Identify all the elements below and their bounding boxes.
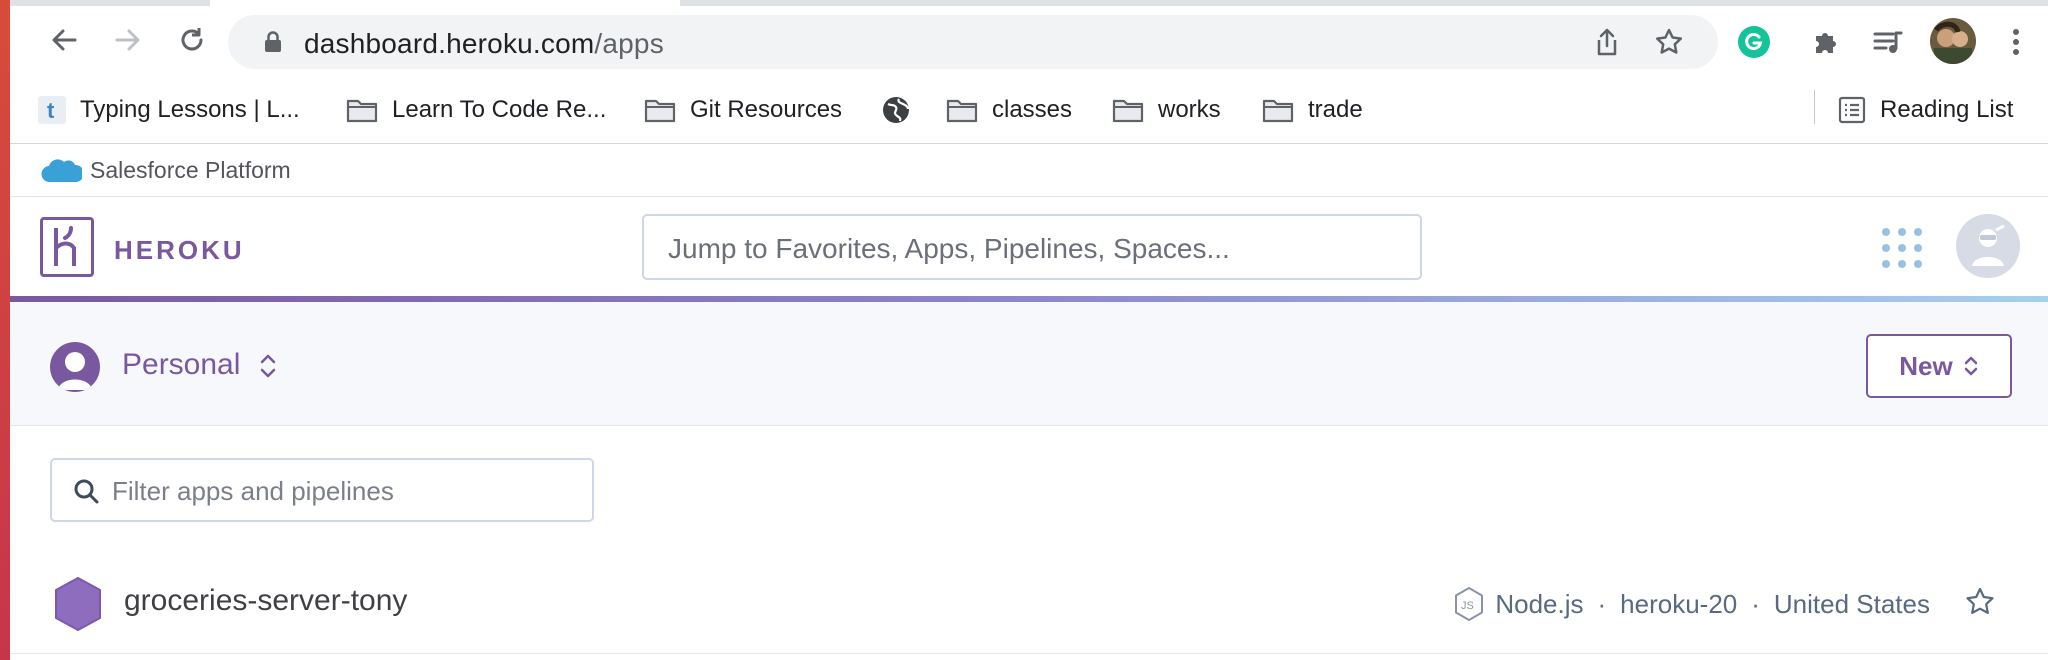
extensions-puzzle-icon[interactable]: [1804, 20, 1848, 64]
media-queue-icon[interactable]: [1866, 20, 1910, 64]
svg-text:t: t: [47, 98, 55, 123]
search-icon: [72, 477, 100, 510]
bookmark-typing-lessons[interactable]: t Typing Lessons | L...: [38, 90, 300, 130]
reading-list-button[interactable]: Reading List: [1838, 90, 2013, 130]
bookmark-classes[interactable]: classes: [946, 90, 1072, 130]
app-hexagon-icon: [52, 576, 104, 637]
url-text: dashboard.heroku.com/apps: [304, 28, 664, 60]
bookmark-globe[interactable]: [882, 90, 924, 130]
ninja-avatar-icon: [1972, 224, 2005, 266]
share-icon[interactable]: [1590, 25, 1624, 59]
salesforce-bar: Salesforce Platform: [10, 144, 2048, 197]
updown-caret-icon: [1964, 356, 1977, 376]
url-path: /apps: [594, 28, 664, 59]
browser-toolbar: dashboard.heroku.com/apps: [10, 6, 2048, 78]
filter-placeholder: Filter apps and pipelines: [112, 476, 394, 506]
folder-icon: [1112, 97, 1144, 123]
app-switcher-grid-icon[interactable]: [1882, 228, 1922, 268]
forward-button[interactable]: [106, 18, 150, 62]
meta-separator: ·: [1597, 588, 1607, 619]
url-host: dashboard.heroku.com: [304, 28, 595, 59]
bookmark-star-icon[interactable]: [1652, 25, 1686, 59]
heroku-logo-icon[interactable]: [40, 217, 94, 277]
browser-chrome: dashboard.heroku.com/apps t Typing Lesso…: [10, 0, 2048, 144]
heroku-wordmark[interactable]: HEROKU: [114, 235, 245, 266]
favorite-star-icon[interactable]: [1964, 586, 1996, 623]
new-button-label: New: [1899, 350, 1953, 381]
bookmark-label: trade: [1308, 96, 1363, 123]
arrow-left-icon: [52, 29, 77, 51]
context-bar: Personal New: [10, 302, 2048, 426]
app-language: Node.js: [1495, 588, 1584, 619]
bookmark-learn-to-code[interactable]: Learn To Code Re...: [346, 90, 606, 130]
folder-icon: [644, 97, 676, 123]
app-list-item[interactable]: groceries-server-tony JS Node.js · herok…: [10, 556, 2048, 654]
svg-text:JS: JS: [1461, 600, 1474, 612]
nodejs-icon: JS: [1453, 586, 1485, 622]
folder-icon: [1262, 97, 1294, 123]
filter-apps-input[interactable]: Filter apps and pipelines: [50, 458, 594, 522]
chrome-menu-button[interactable]: [1994, 20, 2038, 64]
bookmarks-divider: [1814, 90, 1815, 124]
bookmark-label: Typing Lessons | L...: [80, 96, 300, 123]
salesforce-cloud-icon: [40, 156, 85, 189]
folder-icon: [346, 97, 378, 123]
globe-icon: [882, 96, 910, 124]
meta-separator: ·: [1751, 588, 1760, 619]
typing-favicon: t: [38, 96, 66, 124]
updown-caret-icon[interactable]: [258, 352, 278, 385]
back-button[interactable]: [42, 18, 86, 62]
reload-icon: [181, 28, 203, 51]
address-bar[interactable]: dashboard.heroku.com/apps: [228, 15, 1718, 69]
bookmark-trade[interactable]: trade: [1262, 90, 1363, 130]
app-region: United States: [1773, 588, 1930, 619]
window-edge: [0, 0, 10, 660]
app-meta: JS Node.js · heroku-20 · United States: [1453, 586, 1930, 622]
new-button[interactable]: New: [1866, 334, 2012, 398]
reading-list-label: Reading List: [1880, 96, 2014, 123]
folder-icon: [946, 97, 978, 123]
jump-search-placeholder: Jump to Favorites, Apps, Pipelines, Spac…: [668, 233, 1230, 264]
profile-avatar[interactable]: [1930, 18, 1976, 64]
reading-list-icon: [1838, 96, 1866, 124]
arrow-right-icon: [115, 29, 140, 51]
account-switcher-label[interactable]: Personal: [122, 348, 240, 382]
lock-icon: [264, 31, 282, 58]
bookmark-label: Learn To Code Re...: [392, 96, 607, 123]
bookmark-label: works: [1158, 96, 1221, 123]
account-avatar[interactable]: [1956, 214, 2020, 278]
grammarly-icon[interactable]: [1732, 20, 1776, 64]
jump-search-input[interactable]: Jump to Favorites, Apps, Pipelines, Spac…: [642, 214, 1422, 280]
heroku-header: HEROKU Jump to Favorites, Apps, Pipeline…: [10, 198, 2048, 296]
personal-avatar-icon[interactable]: [50, 342, 100, 392]
bookmark-label: Git Resources: [690, 96, 843, 123]
bookmark-git-resources[interactable]: Git Resources: [644, 90, 842, 130]
bookmark-works[interactable]: works: [1112, 90, 1221, 130]
reload-button[interactable]: [170, 18, 214, 62]
bookmarks-bar: t Typing Lessons | L... Learn To Code Re…: [10, 82, 2048, 138]
app-stack: heroku-20: [1620, 588, 1738, 619]
bookmark-label: classes: [992, 96, 1073, 123]
app-name[interactable]: groceries-server-tony: [124, 584, 407, 618]
salesforce-platform-label[interactable]: Salesforce Platform: [90, 157, 291, 184]
kebab-menu-icon: [2013, 29, 2019, 55]
